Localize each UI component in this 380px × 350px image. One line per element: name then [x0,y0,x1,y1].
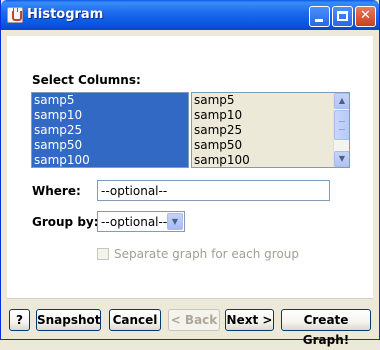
selected-columns-list[interactable]: samp5 samp10 samp25 samp50 samp100 [31,92,189,168]
next-button[interactable]: Next > [225,309,274,331]
scroll-up-icon[interactable]: ▲ [334,93,349,109]
separate-graph-label: Separate graph for each group [114,247,300,261]
minimize-button[interactable] [309,6,330,27]
cancel-button[interactable]: Cancel [109,309,161,331]
back-button: < Back [168,309,220,331]
histogram-dialog: Histogram ✕ Select Columns: samp5 samp10… [0,0,380,347]
close-button[interactable]: ✕ [355,6,376,27]
list-item[interactable]: samp100 [192,153,349,167]
java-app-icon [7,7,23,23]
list-item[interactable]: samp25 [192,123,349,138]
group-by-value: --optional-- [101,215,168,229]
create-graph-button[interactable]: Create Graph! [281,309,371,347]
list-item[interactable]: samp50 [192,138,349,153]
separate-graph-checkbox [97,248,109,260]
title-bar[interactable]: Histogram ✕ [1,0,379,30]
list-item[interactable]: samp100 [32,153,188,167]
help-button[interactable]: ? [9,309,30,331]
maximize-icon [337,11,348,21]
list-item[interactable]: samp5 [32,93,188,108]
group-by-select[interactable]: --optional-- ▼ [97,211,185,232]
list-item[interactable]: samp10 [192,108,349,123]
chevron-down-icon[interactable]: ▼ [167,213,183,230]
scroll-thumb[interactable] [334,110,349,140]
where-input[interactable] [97,180,330,201]
vertical-scrollbar[interactable]: ▲ ▼ [333,93,349,167]
divider [7,298,373,299]
scroll-down-icon[interactable]: ▼ [334,151,349,167]
available-columns-list[interactable]: samp5 samp10 samp25 samp50 samp100 ▲ ▼ [191,92,350,168]
snapshot-button[interactable]: Snapshot [36,309,101,331]
minimize-icon [315,19,323,22]
list-item[interactable]: samp25 [32,123,188,138]
group-by-label: Group by: [32,215,99,229]
list-item[interactable]: samp5 [192,93,349,108]
where-label: Where: [32,184,81,198]
list-item[interactable]: samp50 [32,138,188,153]
maximize-button[interactable] [332,6,353,27]
list-item[interactable]: samp10 [32,108,188,123]
window-title: Histogram [27,7,104,22]
select-columns-label: Select Columns: [32,73,141,87]
